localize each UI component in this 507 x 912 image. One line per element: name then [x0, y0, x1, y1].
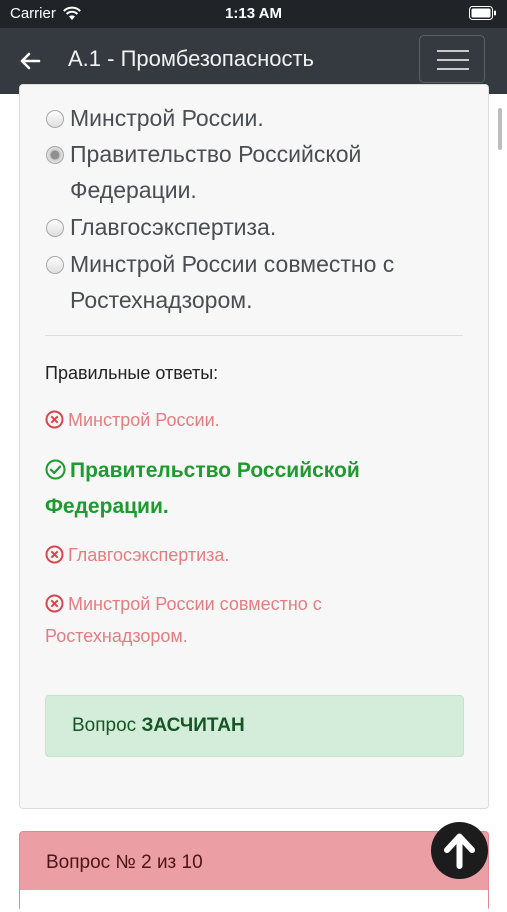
verdict-status: ЗАСЧИТАН [141, 715, 245, 736]
wrong-circle-icon [45, 593, 64, 622]
radio-button[interactable] [46, 256, 64, 274]
next-question-card[interactable]: Вопрос № 2 из 10 [19, 831, 489, 912]
radio-button-selected[interactable] [46, 146, 64, 164]
option-label: Минстрой России. [70, 105, 264, 131]
status-bar: Carrier 1:13 AM [0, 0, 507, 28]
divider [45, 335, 463, 336]
radio-button[interactable] [46, 110, 64, 128]
wrong-circle-icon [45, 544, 64, 573]
battery-icon [469, 6, 497, 25]
answer-correct: Правительство Российской Федерации. [45, 454, 455, 523]
verdict-alert: Вопрос ЗАСЧИТАН [45, 695, 464, 757]
option-label: Главгосэкспертиза. [70, 214, 277, 240]
option-label: Минстрой России совместно с Ростехнадзор… [70, 251, 395, 313]
content-area: Минстрой России. Правительство Российско… [0, 84, 507, 912]
answer-label: Минстрой России совместно с Ростехнадзор… [45, 594, 322, 646]
menu-bar-icon [437, 59, 469, 61]
question-counter: Вопрос № 2 из 10 [46, 852, 203, 873]
hamburger-menu-button[interactable] [419, 35, 485, 83]
scroll-to-top-button[interactable] [431, 822, 488, 879]
arrow-up-icon [444, 833, 475, 869]
card-body [20, 890, 488, 912]
question-card: Минстрой России. Правительство Российско… [19, 84, 489, 809]
answer-label: Правительство Российской Федерации. [45, 459, 360, 518]
option-label: Правительство Российской Федерации. [70, 141, 362, 203]
menu-bar-icon [437, 50, 469, 52]
check-circle-icon [45, 457, 66, 490]
answer-label: Минстрой России. [68, 410, 220, 430]
wrong-circle-icon [45, 409, 64, 438]
answer-wrong: Минстрой России совместно с Ростехнадзор… [45, 590, 455, 651]
verdict-text: Вопрос ЗАСЧИТАН [72, 715, 245, 737]
scrollbar[interactable] [498, 108, 502, 150]
answer-label: Главгосэкспертиза. [68, 545, 230, 565]
verdict-prefix: Вопрос [72, 715, 137, 736]
answer-wrong: Минстрой России. [45, 406, 455, 438]
radio-button[interactable] [46, 219, 64, 237]
answer-wrong: Главгосэкспертиза. [45, 541, 455, 573]
page-title: А.1 - Промбезопасность [68, 46, 314, 71]
clock: 1:13 AM [225, 5, 282, 22]
back-arrow-icon[interactable] [17, 48, 43, 74]
menu-bar-icon [437, 68, 469, 70]
answers-title: Правильные ответы: [45, 363, 219, 383]
